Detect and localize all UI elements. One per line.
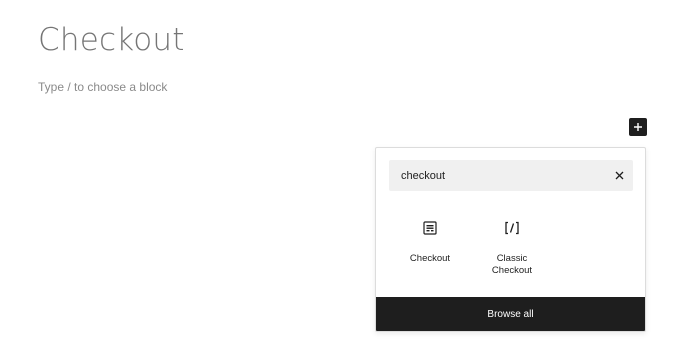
block-inserter-popover: Checkout Classic Checkout Browse all [375, 147, 646, 332]
block-search-input[interactable] [389, 160, 605, 191]
close-icon [615, 171, 623, 180]
block-item-label: Checkout [409, 253, 451, 264]
block-item-classic-checkout[interactable]: Classic Checkout [471, 210, 553, 277]
page-title[interactable]: Checkout [38, 18, 185, 62]
search-box [389, 160, 633, 191]
browse-all-button[interactable]: Browse all [376, 297, 645, 331]
block-item-label: Classic Checkout [491, 253, 533, 276]
plus-icon [634, 123, 642, 131]
block-item-checkout[interactable]: Checkout [389, 210, 471, 277]
block-icon [500, 216, 524, 240]
shortcode-icon [505, 221, 519, 235]
block-inserter-toggle-button[interactable] [629, 118, 647, 136]
block-icon [418, 216, 442, 240]
checkout-block-icon [423, 221, 437, 235]
clear-search-button[interactable] [605, 160, 633, 191]
block-results-list: Checkout Classic Checkout [389, 210, 553, 277]
block-placeholder[interactable]: Type / to choose a block [38, 79, 167, 95]
